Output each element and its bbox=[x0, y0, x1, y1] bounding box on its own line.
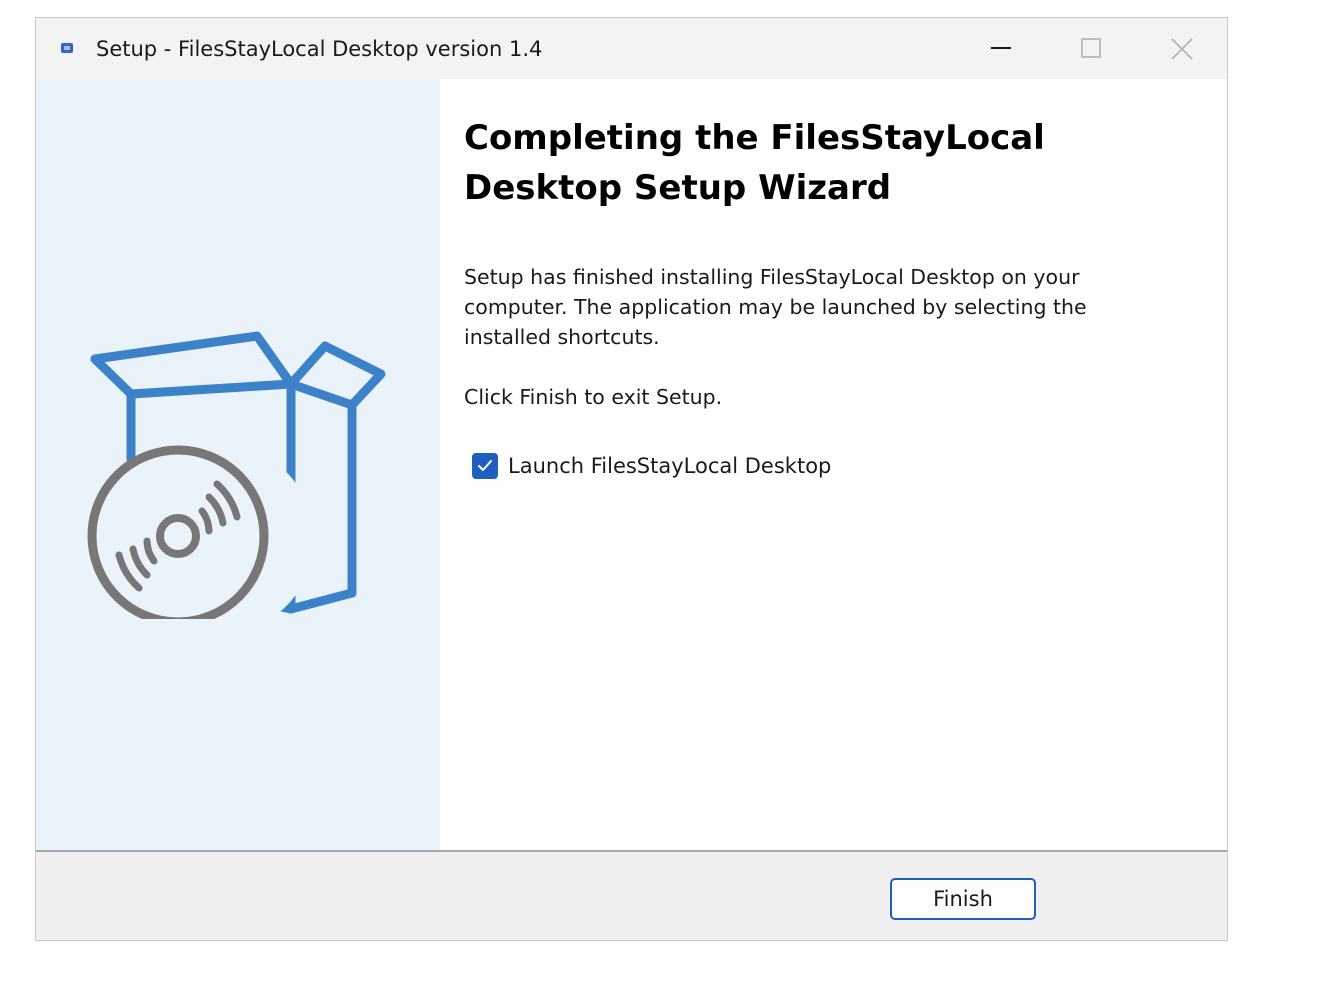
title-bar[interactable]: Setup - FilesStayLocal Desktop version 1… bbox=[36, 18, 1227, 79]
window-title: Setup - FilesStayLocal Desktop version 1… bbox=[96, 37, 543, 61]
close-icon bbox=[1171, 38, 1193, 60]
launch-checkbox-label[interactable]: Launch FilesStayLocal Desktop bbox=[508, 452, 831, 480]
maximize-button[interactable] bbox=[1046, 18, 1136, 79]
maximize-icon bbox=[1081, 38, 1101, 58]
instruction-paragraph: Click Finish to exit Setup. bbox=[464, 385, 723, 409]
setup-window: Setup - FilesStayLocal Desktop version 1… bbox=[35, 17, 1228, 941]
minimize-icon bbox=[991, 47, 1011, 49]
launch-checkbox-row[interactable]: Launch FilesStayLocal Desktop bbox=[472, 451, 831, 481]
launch-checkbox[interactable] bbox=[472, 453, 498, 479]
checkmark-icon bbox=[478, 460, 492, 471]
software-box-with-disc-icon bbox=[87, 331, 386, 619]
page-title: Completing the FilesStayLocal Desktop Se… bbox=[464, 118, 1045, 208]
content-area: Completing the FilesStayLocal Desktop Se… bbox=[440, 79, 1227, 850]
close-button[interactable] bbox=[1136, 18, 1226, 79]
finish-button[interactable]: Finish bbox=[890, 878, 1036, 920]
button-bar: Finish bbox=[36, 852, 1227, 940]
side-panel bbox=[36, 79, 440, 850]
minimize-button[interactable] bbox=[956, 18, 1046, 79]
app-icon bbox=[61, 43, 73, 53]
info-paragraph: Setup has finished installing FilesStayL… bbox=[464, 265, 1087, 349]
